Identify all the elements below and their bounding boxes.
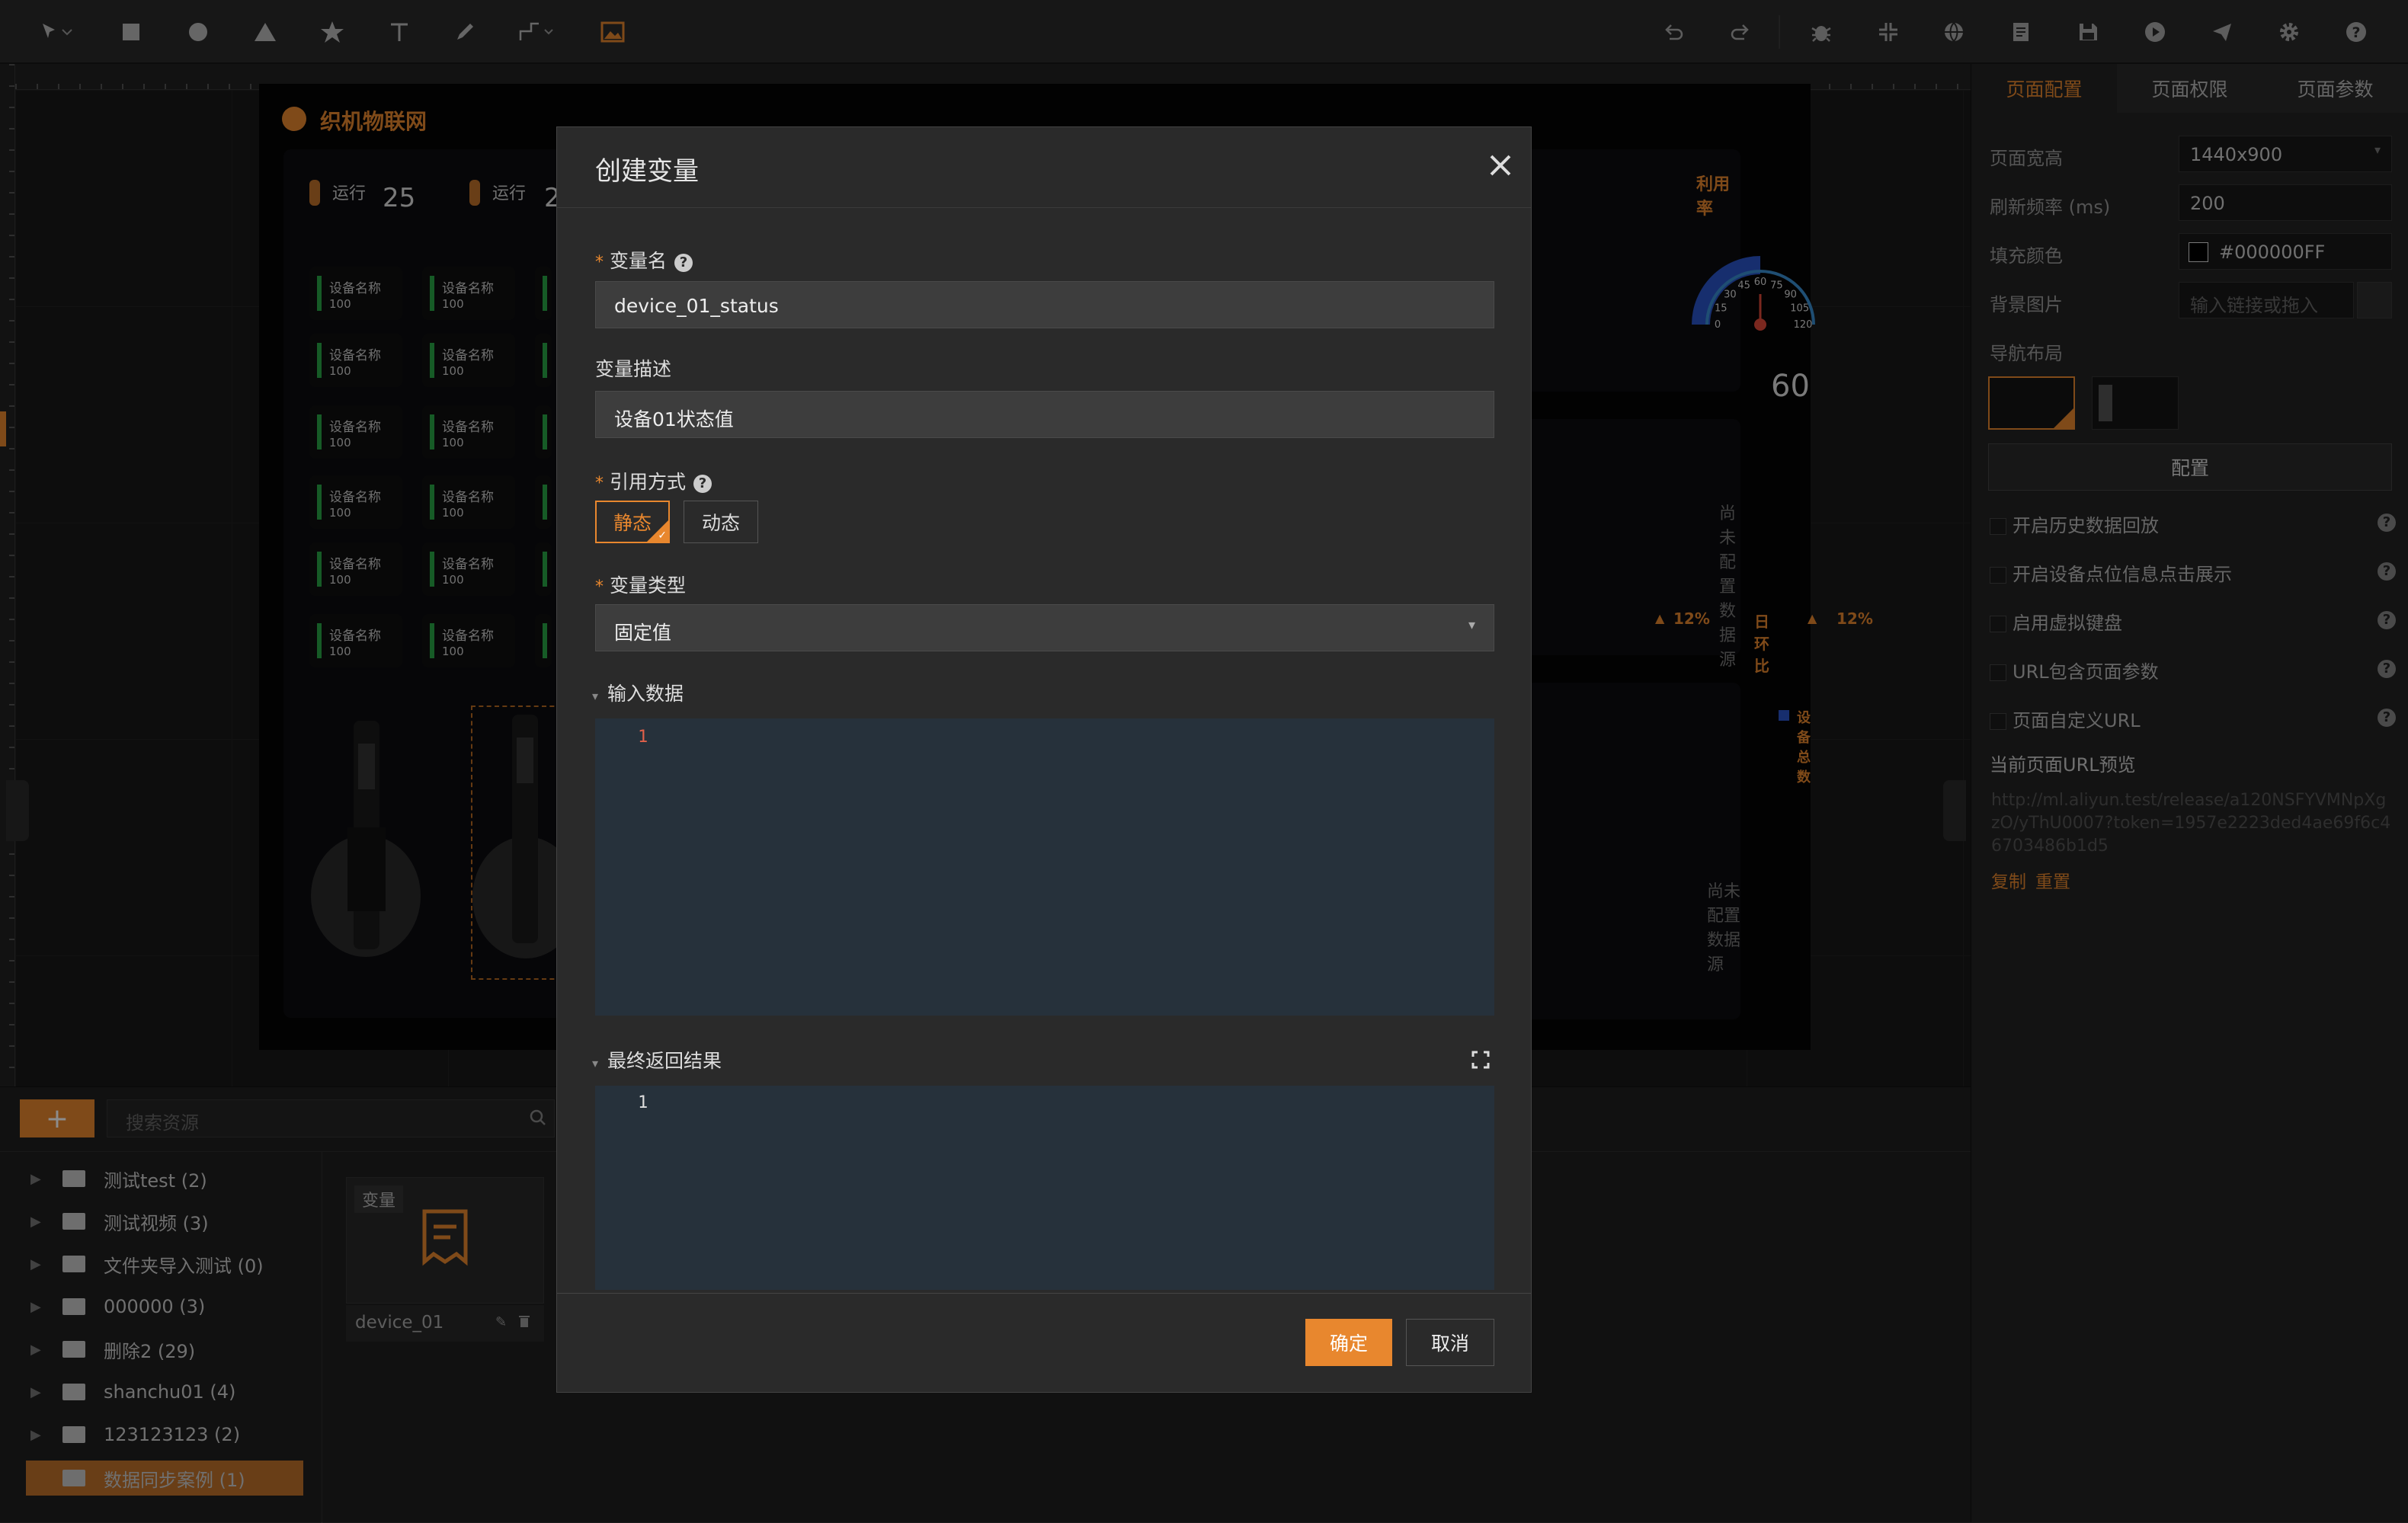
variable-type-label: * 变量类型	[595, 574, 687, 597]
dialog-header: 创建变量	[557, 127, 1531, 208]
ref-static-radio[interactable]: 静态 ✓	[595, 501, 670, 543]
result-section[interactable]: ▾ 最终返回结果	[592, 1046, 722, 1073]
variable-desc-input[interactable]: 设备01状态值	[595, 391, 1494, 438]
result-editor: 1	[595, 1086, 1494, 1290]
ref-dynamic-radio[interactable]: 动态	[684, 501, 758, 543]
collapse-arrow-icon: ▾	[592, 1056, 599, 1070]
variable-name-label: * 变量名?	[595, 246, 693, 274]
confirm-button[interactable]: 确定	[1305, 1319, 1392, 1366]
input-data-section[interactable]: ▾ 输入数据	[592, 679, 684, 706]
collapse-arrow-icon: ▾	[592, 689, 599, 703]
line-number: 1	[638, 1093, 648, 1112]
result-label: 最终返回结果	[607, 1050, 722, 1072]
input-data-editor[interactable]: 1	[595, 718, 1494, 1016]
variable-name-input[interactable]: device_01_status	[595, 281, 1494, 328]
check-icon: ✓	[658, 530, 667, 542]
input-data-label: 输入数据	[607, 683, 684, 705]
help-icon[interactable]: ?	[693, 475, 712, 493]
line-number: 1	[638, 728, 648, 747]
variable-name-label-text: 变量名	[610, 250, 668, 272]
variable-desc-label: 变量描述	[595, 358, 672, 380]
dialog-title: 创建变量	[595, 156, 699, 187]
ref-static-label: 静态	[613, 512, 652, 534]
chevron-down-icon: ▾	[1468, 617, 1475, 633]
create-variable-dialog: 创建变量 * 变量名? device_01_status 变量描述 设备01状态值…	[556, 126, 1532, 1393]
help-icon[interactable]: ?	[674, 254, 693, 272]
close-icon[interactable]	[1485, 150, 1516, 181]
fullscreen-icon[interactable]	[1471, 1051, 1490, 1069]
variable-type-value: 固定值	[614, 622, 672, 644]
variable-type-label-text: 变量类型	[610, 574, 687, 597]
variable-type-select[interactable]: 固定值 ▾	[595, 604, 1494, 651]
reference-mode-label-text: 引用方式	[610, 471, 687, 493]
cancel-button[interactable]: 取消	[1406, 1319, 1494, 1366]
reference-mode-label: * 引用方式?	[595, 467, 712, 494]
